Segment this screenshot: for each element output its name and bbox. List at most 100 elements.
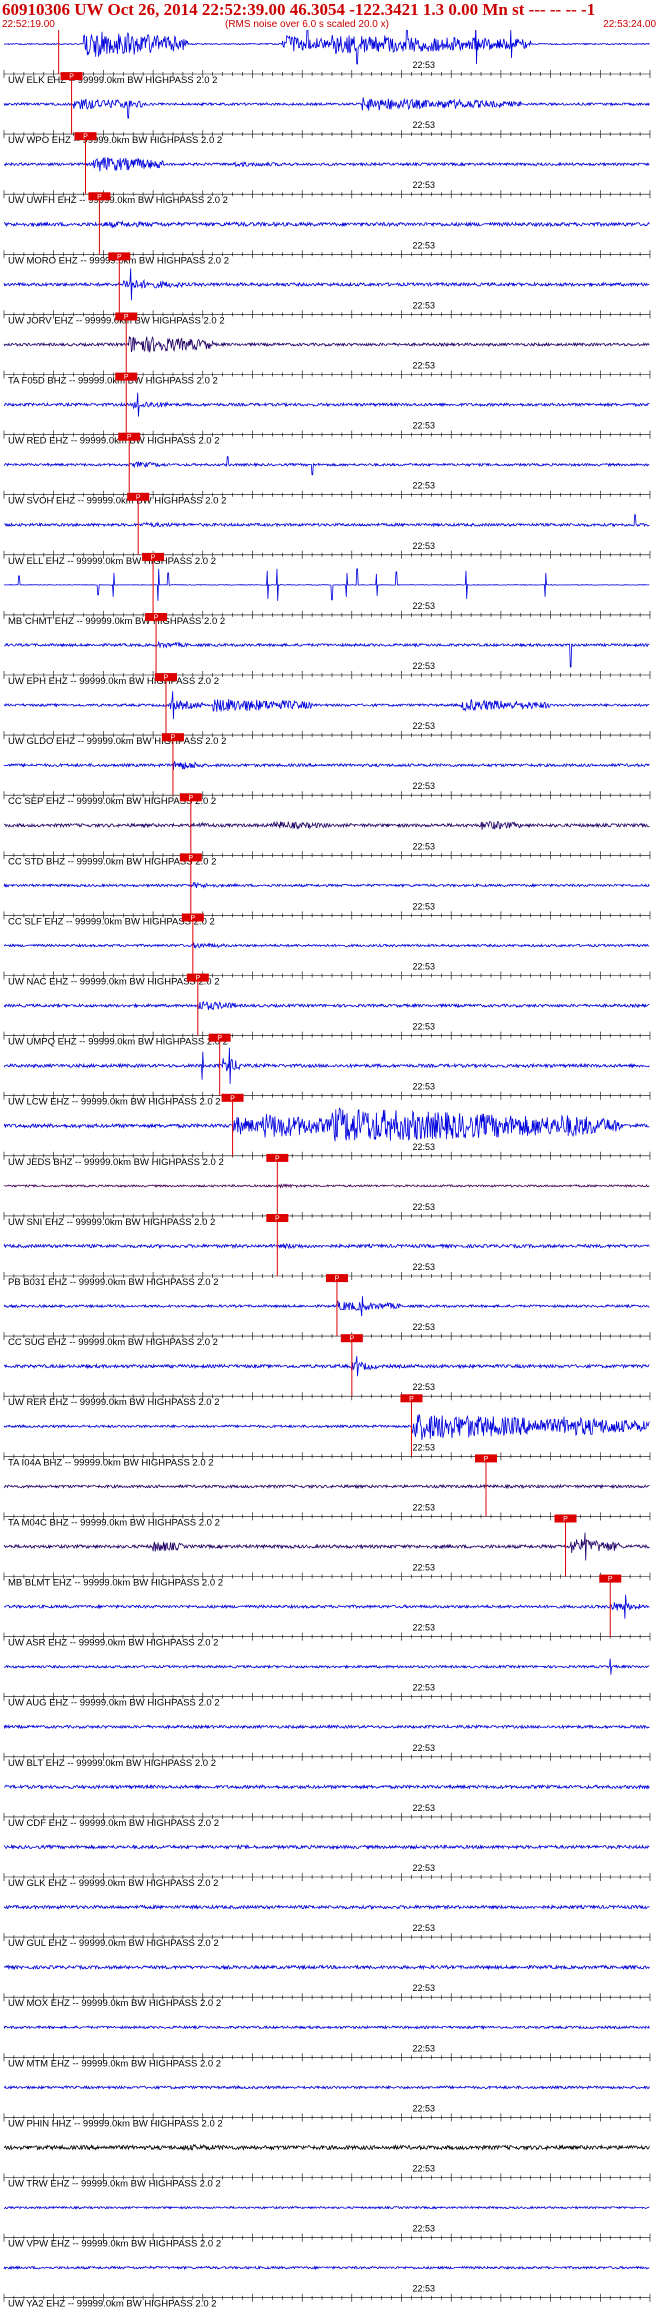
record-header: 60910306 UW Oct 26, 2014 22:52:39.00 46.… — [0, 0, 656, 30]
waveform-trace — [3, 335, 650, 353]
trace-row: 22:53 UW MOX EHZ -- 99999.0km BW HIGHPASS… — [3, 1964, 651, 2009]
pick-label: P — [563, 1516, 568, 1523]
waveform-trace — [3, 268, 650, 301]
station-label: UW YA2 EHZ -- 99999.0km BW HIGHPASS 2.0 … — [8, 2299, 217, 2310]
waveform-trace — [3, 514, 650, 528]
waveform-trace — [3, 1532, 650, 1561]
minute-label: 22:53 — [412, 1983, 435, 1993]
minute-label: 22:53 — [412, 2164, 435, 2174]
pick-label: P — [151, 554, 156, 561]
waveform-trace — [3, 942, 650, 949]
station-label: UW ASR EHZ -- 99999.0km BW HIGHPASS 2.0 … — [8, 1638, 218, 1649]
station-label: TA I04A BHZ -- 99999.0km BW HIGHPASS 2.0… — [8, 1457, 214, 1468]
waveform-trace — [3, 1904, 650, 1911]
minute-label: 22:53 — [412, 541, 435, 551]
trace-row: 22:53 UW MTM EHZ -- 99999.0km BW HIGHPASS… — [3, 2024, 651, 2069]
minute-label: 22:53 — [412, 781, 435, 791]
station-label: TA F05D BHZ -- 99999.0km BW HIGHPASS 2.0… — [8, 376, 218, 387]
station-label: UW BLT EHZ -- 99999.0km BW HIGHPASS 2.0 … — [8, 1758, 216, 1769]
trace-row: 22:53 UW CDF EHZ -- 99999.0km BW HIGHPASS… — [3, 1783, 651, 1829]
pick-label: P — [275, 1216, 280, 1223]
waveform-trace — [3, 882, 650, 889]
minute-label: 22:53 — [412, 601, 435, 611]
minute-label: 22:53 — [412, 361, 435, 371]
station-label: UW WPO EHZ -- 99999.0km BW HIGHPASS 2.0 … — [8, 135, 222, 146]
waveform-trace — [3, 1107, 650, 1142]
waveform-trace — [3, 1658, 650, 1675]
pick-label: P — [97, 194, 102, 201]
minute-label: 22:53 — [412, 661, 435, 671]
minute-label: 22:53 — [412, 2284, 435, 2294]
minute-label: 22:53 — [412, 1382, 435, 1392]
station-label: PB B031 EHZ -- 99999.0km BW HIGHPASS 2.0… — [8, 1277, 219, 1288]
station-label: UW ELL EHZ -- 99999.0km BW HIGHPASS 2.0 … — [8, 556, 216, 567]
trace-row: 22:53 UW TRW EHZ -- 99999.0km BW HIGHPASS… — [3, 2143, 651, 2190]
station-label: UW ELK EHZ -- 99999.0km BW HIGHPASS 2.0 … — [8, 75, 217, 86]
pick-label: P — [127, 434, 132, 441]
station-label: TA M04C BHZ -- 99999.0km BW HIGHPASS 2.0… — [8, 1517, 220, 1528]
station-label: UW CDF EHZ -- 99999.0km BW HIGHPASS 2.0 … — [8, 1818, 219, 1829]
minute-label: 22:53 — [412, 1082, 435, 1092]
pick-label: P — [195, 975, 200, 982]
pick-label: P — [171, 735, 176, 742]
station-label: MB BLMT EHZ -- 99999.0km BW HIGHPASS 2.0… — [8, 1578, 223, 1589]
waveform-trace — [3, 691, 650, 720]
trace-row: 22:53 UW VPW EHZ -- 99999.0km BW HIGHPASS… — [3, 2205, 651, 2250]
minute-label: 22:53 — [412, 1863, 435, 1873]
station-label: UW EPH EHZ -- 99999.0km BW HIGHPASS 2.0 … — [8, 676, 219, 687]
station-label: CC SUG EHZ -- 99999.0km BW HIGHPASS 2.0 … — [8, 1337, 218, 1348]
station-label: UW RER EHZ -- 99999.0km BW HIGHPASS 2.0 … — [8, 1397, 220, 1408]
trace-row: 22:53 UW ELK EHZ -- 99999.0km BW HIGHPASS… — [3, 30, 651, 86]
minute-label: 22:53 — [412, 120, 435, 130]
minute-label: 22:53 — [412, 841, 435, 851]
waveform-trace — [3, 568, 650, 601]
waveform-trace — [3, 1414, 650, 1440]
waveform-trace — [3, 1594, 650, 1619]
minute-label: 22:53 — [412, 240, 435, 250]
station-label: UW UMPQ EHZ -- 99999.0km BW HIGHPASS 2.0… — [8, 1037, 228, 1048]
pick-label: P — [189, 855, 194, 862]
trace-row: 22:53 UW GLK EHZ -- 99999.0km BW HIGHPASS… — [3, 1843, 651, 1889]
waveform-trace — [3, 30, 650, 65]
waveform-trace — [3, 1483, 650, 1490]
end-time: 22:53:24.00 — [603, 19, 656, 30]
minute-label: 22:53 — [412, 721, 435, 731]
trace-row: 22:53 UW BLT EHZ -- 99999.0km BW HIGHPASS… — [3, 1723, 651, 1769]
waveform-trace — [3, 1843, 650, 1850]
station-label: UW SNI EHZ -- 99999.0km BW HIGHPASS 2.0 … — [8, 1217, 215, 1228]
waveform-trace — [3, 2084, 650, 2090]
pick-label: P — [350, 1336, 355, 1343]
waveform-trace — [3, 820, 650, 830]
waveform-trace — [3, 1000, 650, 1011]
minute-label: 22:53 — [412, 1623, 435, 1633]
pick-label: P — [164, 675, 169, 682]
trace-row: 22:53 UW PHIN HHZ -- 99999.0km BW HIGHPAS… — [3, 2084, 651, 2129]
pick-label: P — [124, 374, 129, 381]
waveform-trace — [3, 1783, 650, 1790]
pick-label: P — [124, 314, 129, 321]
minute-label: 22:53 — [412, 1803, 435, 1813]
pick-label: P — [409, 1396, 414, 1403]
pick-label: P — [189, 795, 194, 802]
minute-label: 22:53 — [412, 60, 435, 70]
minute-label: 22:53 — [412, 1022, 435, 1032]
minute-label: 22:53 — [412, 2043, 435, 2053]
station-label: UW TRW EHZ -- 99999.0km BW HIGHPASS 2.0 … — [8, 2179, 221, 2190]
seismogram-plot: 22:53 UW ELK EHZ -- 99999.0km BW HIGHPASS… — [3, 30, 651, 2310]
minute-label: 22:53 — [412, 1322, 435, 1332]
waveform-trace — [3, 2024, 650, 2030]
minute-label: 22:53 — [412, 1202, 435, 1212]
minute-label: 22:53 — [412, 300, 435, 310]
waveform-trace — [3, 157, 650, 172]
scaling-note: (RMS noise over 6.0 s scaled 20.0 x) — [225, 19, 389, 30]
waveform-trace — [3, 97, 650, 119]
station-label: UW MTM EHZ -- 99999.0km BW HIGHPASS 2.0 … — [8, 2058, 221, 2069]
waveform-trace — [3, 1723, 650, 1730]
station-label: UW VPW EHZ -- 99999.0km BW HIGHPASS 2.0 … — [8, 2239, 221, 2250]
waveform-trace — [3, 456, 650, 476]
pick-label: P — [154, 615, 159, 622]
pick-label: P — [69, 74, 74, 81]
minute-label: 22:53 — [412, 1923, 435, 1933]
minute-label: 22:53 — [412, 421, 435, 431]
station-label: UW MOX EHZ -- 99999.0km BW HIGHPASS 2.0 … — [8, 1998, 221, 2009]
